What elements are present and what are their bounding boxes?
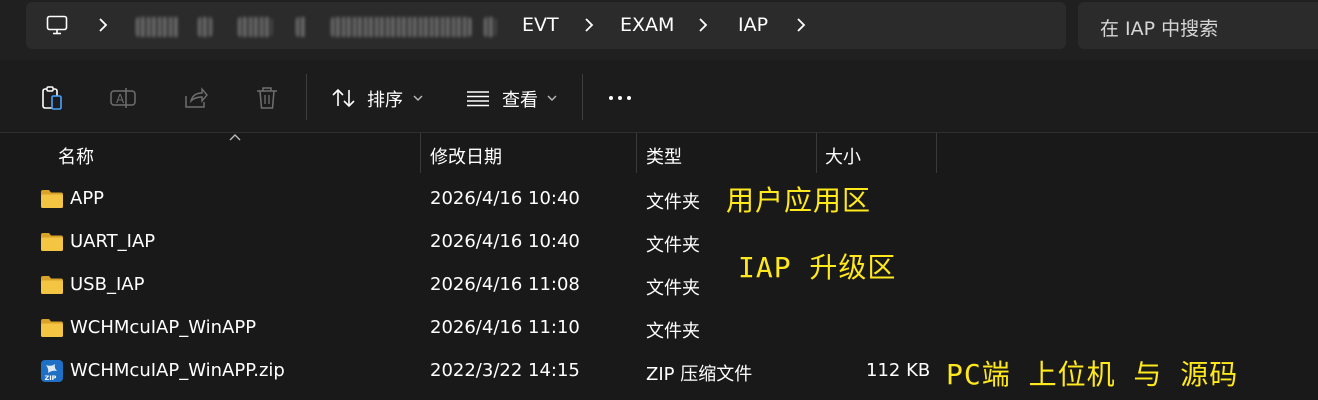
annotation-pc-tool: PC端 上位机 与 源码 — [946, 358, 1239, 391]
chevron-right-icon[interactable] — [584, 17, 594, 33]
file-modified: 2026/4/16 11:08 — [430, 274, 580, 295]
sort-ascending-icon — [229, 134, 241, 141]
share-icon[interactable] — [181, 84, 209, 112]
redacted-path-segment — [198, 17, 212, 37]
view-icon[interactable] — [464, 84, 492, 112]
folder-icon — [41, 233, 63, 251]
breadcrumb-exam[interactable]: EXAM — [620, 14, 674, 36]
chevron-right-icon[interactable] — [98, 17, 108, 33]
breadcrumb-iap[interactable]: IAP — [738, 14, 768, 36]
column-header-modified[interactable]: 修改日期 — [430, 143, 502, 169]
annotation-app-area: 用户应用区 — [726, 184, 872, 217]
title-bar: EVT EXAM IAP 在 IAP 中搜索 — [0, 0, 1318, 60]
toolbar-divider — [582, 74, 583, 120]
redacted-path-segment — [296, 17, 306, 37]
file-size: 112 KB — [866, 360, 931, 381]
redacted-path-segment — [331, 17, 471, 37]
column-header-type[interactable]: 类型 — [646, 143, 682, 169]
file-type: 文件夹 — [646, 192, 700, 213]
column-divider[interactable] — [636, 133, 637, 173]
paste-icon[interactable] — [38, 84, 66, 112]
file-name[interactable]: APP — [70, 188, 104, 209]
chevron-right-icon[interactable] — [698, 17, 708, 33]
file-row[interactable]: USB_IAP 2026/4/16 11:08 文件夹 — [16, 264, 1318, 307]
breadcrumb-evt[interactable]: EVT — [522, 14, 559, 36]
zip-icon: ZIP — [41, 360, 63, 382]
toolbar-divider — [306, 74, 307, 120]
view-button[interactable]: 查看 — [502, 86, 538, 112]
file-modified: 2022/3/22 14:15 — [430, 360, 580, 381]
rename-icon[interactable]: A — [109, 84, 137, 112]
redacted-path-segment — [238, 17, 272, 37]
redacted-path-segment — [484, 17, 496, 37]
file-row[interactable]: APP 2026/4/16 10:40 文件夹 — [16, 178, 1318, 221]
sort-button[interactable]: 排序 — [367, 86, 403, 112]
more-options-icon[interactable] — [606, 84, 634, 112]
chevron-down-icon[interactable] — [547, 94, 557, 102]
column-divider[interactable] — [816, 133, 817, 173]
column-header-size[interactable]: 大小 — [825, 143, 861, 169]
svg-text:ZIP: ZIP — [45, 374, 57, 382]
file-modified: 2026/4/16 10:40 — [430, 231, 580, 252]
file-type: ZIP 压缩文件 — [646, 364, 753, 385]
command-bar: A 排序 查看 — [0, 60, 1318, 133]
file-type: 文件夹 — [646, 235, 700, 256]
file-type: 文件夹 — [646, 278, 700, 299]
file-name[interactable]: UART_IAP — [70, 231, 155, 252]
search-input[interactable]: 在 IAP 中搜索 — [1100, 14, 1218, 41]
file-name[interactable]: WCHMcuIAP_WinAPP — [70, 317, 256, 338]
file-name[interactable]: USB_IAP — [70, 274, 144, 295]
search-box[interactable]: 在 IAP 中搜索 — [1078, 2, 1318, 49]
chevron-right-icon[interactable] — [796, 17, 806, 33]
svg-text:A: A — [116, 92, 125, 106]
file-modified: 2026/4/16 11:10 — [430, 317, 580, 338]
column-divider[interactable] — [420, 133, 421, 173]
address-bar[interactable]: EVT EXAM IAP — [26, 2, 1066, 49]
file-row[interactable]: UART_IAP 2026/4/16 10:40 文件夹 — [16, 221, 1318, 264]
folder-icon — [41, 319, 63, 337]
sort-icon[interactable] — [330, 84, 358, 112]
column-divider[interactable] — [936, 133, 937, 173]
file-row[interactable]: WCHMcuIAP_WinAPP 2026/4/16 11:10 文件夹 — [16, 307, 1318, 350]
annotation-iap-area: IAP 升级区 — [738, 251, 897, 284]
this-pc-icon[interactable] — [46, 15, 68, 35]
redacted-path-segment — [136, 17, 180, 37]
chevron-down-icon[interactable] — [413, 94, 423, 102]
folder-icon — [41, 276, 63, 294]
file-modified: 2026/4/16 10:40 — [430, 188, 580, 209]
file-type: 文件夹 — [646, 321, 700, 342]
column-header-name[interactable]: 名称 — [58, 143, 94, 169]
delete-icon[interactable] — [253, 84, 281, 112]
file-name[interactable]: WCHMcuIAP_WinAPP.zip — [70, 360, 285, 381]
file-list: 名称 修改日期 类型 大小 APP 2026/4/16 10:40 文件夹 UA… — [0, 133, 1318, 400]
folder-icon — [41, 190, 63, 208]
